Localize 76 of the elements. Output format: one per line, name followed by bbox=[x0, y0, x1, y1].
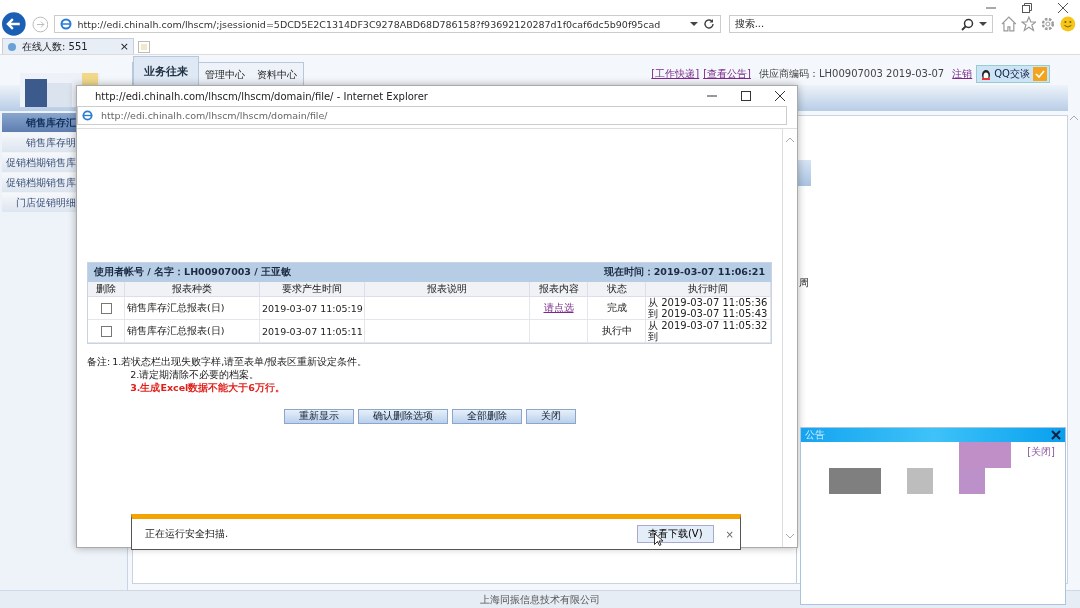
supplier-info: 供应商编码：LH00907003 2019-03-07 bbox=[758, 67, 945, 81]
note-text: 1.若状态栏出现失败字样,请至表单/报表区重新设定条件。 bbox=[112, 356, 368, 369]
close-link[interactable]: [关闭] bbox=[1027, 445, 1055, 459]
action-button[interactable]: 关闭 bbox=[525, 409, 576, 424]
header-link[interactable]: [工作快递] bbox=[651, 67, 700, 81]
table-cell: 销售库存汇总报表(日) bbox=[125, 297, 260, 320]
table-cell: 2019-03-07 11:05:19 bbox=[260, 297, 365, 320]
scrollbar[interactable] bbox=[782, 129, 797, 547]
qq-chat-button[interactable]: QQ交谈 bbox=[976, 65, 1050, 83]
scroll-up-icon[interactable] bbox=[785, 137, 795, 143]
header-link[interactable]: [查看公告] bbox=[703, 67, 751, 81]
close-icon[interactable] bbox=[1058, 3, 1068, 13]
dropdown-icon[interactable] bbox=[689, 21, 698, 27]
column-header: 报表种类 bbox=[125, 282, 260, 297]
dropdown-icon[interactable] bbox=[978, 21, 987, 27]
table-cell: 到 2019-03-07 11:05:43 bbox=[648, 308, 768, 319]
table-cell: 从 2019-03-07 11:05:36 bbox=[648, 297, 768, 308]
browser-tab[interactable]: 在线人数: 551 × bbox=[2, 38, 134, 54]
column-header: 删除 bbox=[88, 282, 125, 297]
report-link[interactable]: 请点选 bbox=[543, 301, 574, 315]
sidebar-item[interactable]: 销售库存明 bbox=[2, 133, 76, 152]
address-field[interactable]: http://edi.chinalh.com/lhscm/;jsessionid=5DCD5E2C1314DF3C9278ABD68D786158?f93692120287d1f0caf6dc5b90f95cad bbox=[54, 15, 721, 33]
penguin-icon bbox=[981, 68, 992, 80]
refresh-icon[interactable] bbox=[702, 18, 715, 30]
action-button[interactable]: 全部删除 bbox=[451, 409, 522, 424]
column-header: 执行时间 bbox=[646, 282, 771, 297]
table-cell: 2019-03-07 11:05:11 bbox=[260, 320, 365, 343]
logout-link[interactable]: 注销 bbox=[952, 67, 973, 81]
checkbox[interactable] bbox=[100, 325, 112, 337]
user-info: 使用者帐号 / 名字：LH00907003 / 王亚敏 bbox=[94, 266, 292, 279]
column-header: 报表内容 bbox=[530, 282, 588, 297]
checkbox[interactable] bbox=[100, 302, 112, 314]
column-header: 报表说明 bbox=[365, 282, 530, 297]
footer-text: 上海同振信息技术有限公司 bbox=[480, 592, 600, 607]
note-text: 2.请定期清除不必要的档案。 bbox=[130, 369, 261, 382]
table-cell: 到 bbox=[648, 331, 658, 342]
close-icon[interactable] bbox=[1051, 430, 1061, 440]
scroll-down-icon[interactable] bbox=[785, 533, 795, 539]
notes-label: 备注: bbox=[87, 356, 111, 369]
table-cell: 执行中 bbox=[588, 320, 646, 343]
sidebar-item[interactable]: 销售库存汇 bbox=[2, 113, 76, 132]
table-cell: 完成 bbox=[588, 297, 646, 320]
table-cell-text: 周 bbox=[798, 276, 810, 290]
download-message: 正在运行安全扫描. bbox=[145, 527, 230, 541]
nav-tab[interactable]: 资料中心 bbox=[251, 65, 303, 85]
tab-close-button[interactable]: × bbox=[119, 40, 129, 53]
nav-tab[interactable]: 管理中心 bbox=[199, 65, 251, 85]
action-button[interactable]: 确认删除选项 bbox=[357, 409, 448, 424]
check-shield-icon bbox=[1033, 67, 1047, 81]
ie-icon bbox=[82, 110, 93, 121]
nav-tab[interactable]: 业务往来 bbox=[133, 56, 199, 85]
column-header: 状态 bbox=[588, 282, 646, 297]
ie-icon bbox=[60, 18, 73, 30]
home-icon[interactable] bbox=[1000, 16, 1017, 32]
table-cell: 销售库存汇总报表(日) bbox=[125, 320, 260, 343]
notice-title: 公告 bbox=[805, 428, 825, 442]
table-cell: 从 2019-03-07 11:05:32 bbox=[648, 320, 768, 331]
note-text: 3.生成Excel数据不能大于6万行。 bbox=[130, 382, 286, 395]
restore-icon[interactable] bbox=[1022, 3, 1032, 13]
action-button[interactable]: 重新显示 bbox=[283, 409, 354, 424]
sidebar-item[interactable]: 促销档期销售库 bbox=[2, 173, 76, 192]
close-button[interactable]: × bbox=[725, 528, 734, 540]
search-icon[interactable] bbox=[960, 17, 974, 31]
back-icon[interactable] bbox=[2, 12, 26, 36]
current-time: 现在时间：2019-03-07 11:06:21 bbox=[603, 266, 765, 279]
smiley-icon[interactable] bbox=[1060, 16, 1076, 32]
close-icon[interactable] bbox=[775, 91, 785, 101]
page-icon bbox=[7, 41, 17, 52]
search-field[interactable]: 搜索... bbox=[728, 15, 993, 33]
address-field[interactable]: http://edi.chinalh.com/lhscm/lhscm/domain/file/ bbox=[77, 106, 787, 125]
window-title: http://edi.chinalh.com/lhscm/lhscm/domain/file/ - Internet Explorer bbox=[95, 90, 429, 102]
sidebar-item[interactable]: 促销档期销售库 bbox=[2, 153, 76, 172]
sidebar-item[interactable]: 门店促销明细 bbox=[2, 193, 76, 212]
star-icon[interactable] bbox=[1020, 16, 1037, 32]
maximize-icon[interactable] bbox=[741, 91, 751, 101]
column-header: 要求产生时间 bbox=[260, 282, 365, 297]
